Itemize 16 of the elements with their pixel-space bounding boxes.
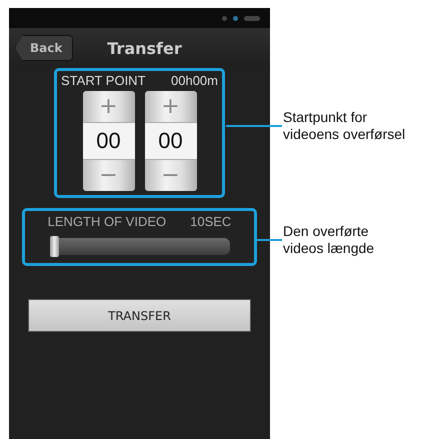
length-value: 10SEC [190,214,232,229]
increment-button[interactable]: + [144,91,196,122]
increment-button[interactable]: + [82,91,134,122]
callout-text: Startpunkt for videoens overførsel [283,109,406,143]
decrement-button[interactable]: − [82,160,134,191]
stepper-value: 00 [144,122,196,160]
decrement-button[interactable]: − [144,160,196,191]
callout-text: Den overførte videos længde [283,223,376,257]
start-point-value: 00h00m [171,73,218,88]
transfer-button[interactable]: TRANSFER [28,299,251,332]
start-point-label: START POINT [61,73,146,88]
back-button[interactable]: Back [15,35,74,61]
length-label: LENGTH OF VIDEO [48,214,166,229]
stepper-value: 00 [82,122,134,160]
screen-title: Transfer [107,38,182,58]
slider-thumb[interactable] [50,236,58,257]
